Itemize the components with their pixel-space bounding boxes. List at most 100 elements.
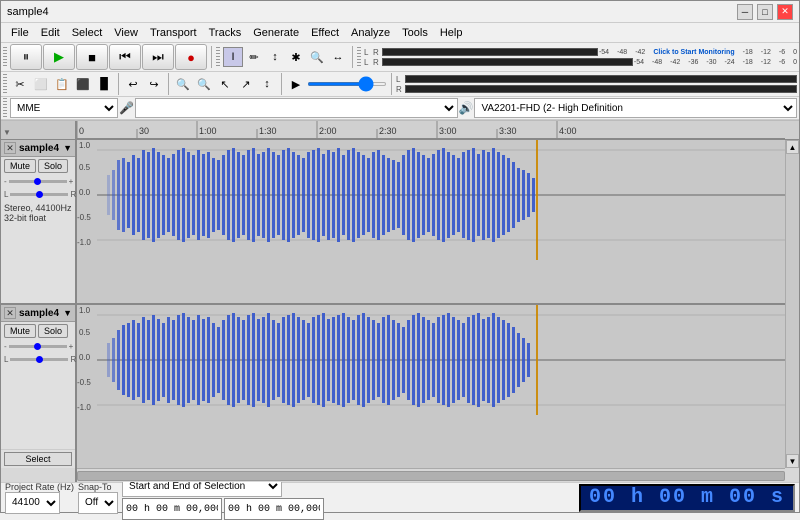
track2-mute-button[interactable]: Mute — [4, 324, 36, 338]
cut-button[interactable]: ✂ — [10, 74, 30, 94]
menu-transport[interactable]: Transport — [144, 25, 203, 41]
tracks-row: ✕ sample4 ▼ Mute Solo - + L — [1, 140, 799, 468]
svg-text:0.0: 0.0 — [79, 188, 91, 197]
record-button[interactable]: ● — [175, 44, 207, 70]
paste-button[interactable]: 📋 — [52, 74, 72, 94]
vscroll-down-button[interactable]: ▼ — [786, 454, 799, 468]
track2-header: ✕ sample4 ▼ — [1, 305, 75, 322]
menu-select[interactable]: Select — [66, 25, 109, 41]
track2-solo-button[interactable]: Solo — [38, 324, 68, 338]
selection-end-input[interactable] — [224, 498, 324, 520]
snap-to-group: Snap-To Off On — [78, 482, 118, 514]
undo-button[interactable]: ↩ — [123, 74, 143, 94]
vertical-scrollbar[interactable]: ▲ ▼ — [785, 140, 799, 468]
svg-text:-1.0: -1.0 — [77, 238, 91, 247]
menu-edit[interactable]: Edit — [35, 25, 66, 41]
track2-close[interactable]: ✕ — [4, 307, 16, 319]
skip-start-button[interactable]: ⏮ — [109, 44, 141, 70]
menu-generate[interactable]: Generate — [247, 25, 305, 41]
pause-button[interactable]: ⏸ — [10, 44, 42, 70]
track1-pan-slider[interactable] — [10, 193, 68, 196]
track1-waveform[interactable]: 1.0 0.5 0.0 -0.5 -1.0 — [77, 140, 785, 305]
out-R-bar[interactable] — [405, 85, 797, 93]
track2-pan-slider[interactable] — [10, 358, 68, 361]
close-button[interactable]: ✕ — [777, 4, 793, 20]
ruler-left-pad: ▼ — [1, 121, 77, 140]
zoom-height-button[interactable]: ↕ — [257, 74, 277, 94]
minimize-button[interactable]: ─ — [737, 4, 753, 20]
zoom-out-button[interactable]: 🔍 — [194, 74, 214, 94]
meter-R2-label: R — [373, 58, 381, 67]
click-monitoring[interactable]: Click to Start Monitoring — [653, 49, 734, 56]
track1-gain-slider[interactable] — [9, 180, 67, 183]
svg-text:0: 0 — [79, 126, 84, 136]
audio-host-select[interactable]: MME DirectSound Windows WASAPI — [10, 98, 118, 118]
menu-help[interactable]: Help — [434, 25, 469, 41]
redo-button[interactable]: ↪ — [144, 74, 164, 94]
vscroll-up-button[interactable]: ▲ — [786, 140, 799, 154]
toolbar-sep-3 — [118, 73, 119, 95]
track1-gain: - + — [1, 175, 75, 188]
output-device-select[interactable]: VA2201-FHD (2- High Definition — [474, 98, 797, 118]
menu-analyze[interactable]: Analyze — [345, 25, 396, 41]
maximize-button[interactable]: □ — [757, 4, 773, 20]
menu-tools[interactable]: Tools — [396, 25, 434, 41]
window-controls: ─ □ ✕ — [737, 4, 793, 20]
level-meters: L R -54-48-42 Click to Start Monitoring … — [364, 48, 797, 67]
meter-R-label2: L — [364, 58, 372, 67]
envelope-tool-button[interactable]: ↕ — [265, 47, 285, 67]
toolbar-sep-5 — [281, 73, 282, 95]
db-scale-bottom: -54-48-42-36-30-24-18-12-60 — [634, 59, 797, 66]
menu-tracks[interactable]: Tracks — [203, 25, 248, 41]
svg-text:1:00: 1:00 — [199, 126, 217, 136]
main-area: ▼ 0 30 1:00 1:30 2:00 — [1, 121, 799, 482]
menu-effect[interactable]: Effect — [305, 25, 345, 41]
zoom-tool-button[interactable]: 🔍 — [307, 47, 327, 67]
playback-volume-slider[interactable] — [307, 82, 387, 86]
selection-start-input[interactable] — [122, 498, 222, 520]
zoom-sel-button[interactable]: ↗ — [236, 74, 256, 94]
track1-gain-plus: + — [69, 177, 74, 186]
draw-tool-button[interactable]: ✏ — [244, 47, 264, 67]
volume-icon: 🔊 — [459, 101, 474, 115]
titlebar: sample4 ─ □ ✕ — [1, 1, 799, 23]
toolbar-row-2: ✂ ⬜ 📋 ⬛ ▐▌ ↩ ↪ 🔍 🔍 ↖ ↗ ↕ ▶ L — [1, 72, 799, 97]
track2-controls: ✕ sample4 ▼ Mute Solo - + L — [1, 305, 77, 468]
menu-view[interactable]: View — [108, 25, 144, 41]
zoom-fit-button[interactable]: ↖ — [215, 74, 235, 94]
out-L-bar[interactable] — [405, 75, 797, 83]
stop-button[interactable]: ■ — [76, 44, 108, 70]
input-device-select[interactable] — [135, 98, 458, 118]
hscroll-thumb[interactable] — [77, 471, 785, 481]
ruler-click[interactable]: ▼ — [1, 128, 11, 137]
multi-tool-button[interactable]: ✱ — [286, 47, 306, 67]
menu-file[interactable]: File — [5, 25, 35, 41]
copy-button[interactable]: ⬜ — [31, 74, 51, 94]
track1-collapse[interactable]: ▼ — [63, 143, 72, 153]
toolbar-grip-4 — [3, 74, 7, 94]
snap-to-label: Snap-To — [78, 482, 112, 492]
select-tool-button[interactable]: I — [223, 47, 243, 67]
meter-L-bar[interactable] — [382, 48, 598, 56]
project-rate-select[interactable]: 44100 48000 96000 — [5, 492, 60, 514]
track1-mute-button[interactable]: Mute — [4, 159, 36, 173]
silence-button[interactable]: ▐▌ — [94, 74, 114, 94]
vscroll-track[interactable] — [786, 154, 799, 454]
track2-collapse[interactable]: ▼ — [63, 308, 72, 318]
track2-waveform[interactable]: 1.0 0.5 0.0 -0.5 -1.0 — [77, 305, 785, 468]
time-tool-button[interactable]: ↔ — [328, 47, 348, 67]
track2-select-button[interactable]: Select — [4, 452, 72, 466]
track1-close[interactable]: ✕ — [4, 142, 16, 154]
toolbar-sep-1 — [211, 46, 212, 68]
play-button[interactable]: ▶ — [43, 44, 75, 70]
track2-gain: - + — [1, 340, 75, 353]
snap-to-select[interactable]: Off On — [78, 492, 118, 514]
track2-gain-slider[interactable] — [9, 345, 67, 348]
meter-R-bar[interactable] — [382, 58, 633, 66]
trim-button[interactable]: ⬛ — [73, 74, 93, 94]
track1-solo-button[interactable]: Solo — [38, 159, 68, 173]
skip-end-button[interactable]: ⏭ — [142, 44, 174, 70]
time-ruler: 0 30 1:00 1:30 2:00 2:30 3:00 3:30 — [77, 121, 785, 139]
zoom-in-button[interactable]: 🔍 — [173, 74, 193, 94]
horizontal-scrollbar[interactable] — [77, 468, 785, 482]
